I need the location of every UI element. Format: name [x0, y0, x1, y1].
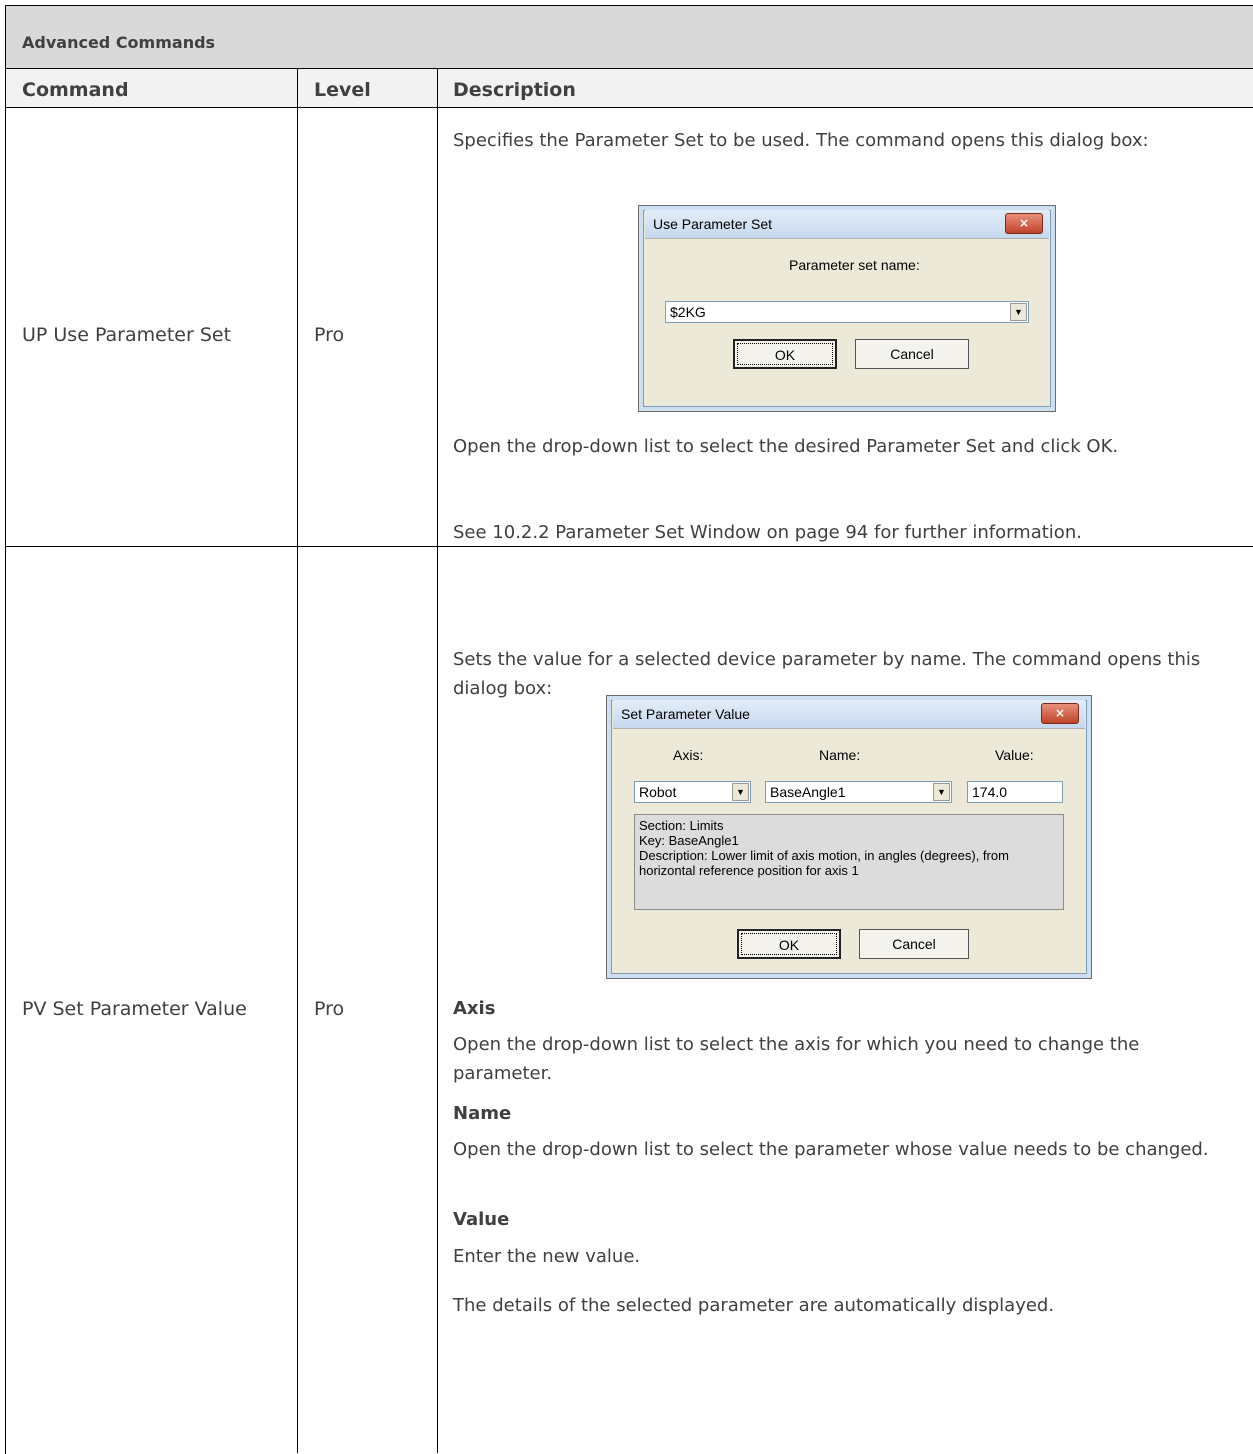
close-icon[interactable]: ×	[1041, 703, 1079, 724]
param-set-name-label: Parameter set name:	[789, 257, 920, 273]
parameter-details: Section: Limits Key: BaseAngle1 Descript…	[634, 814, 1064, 910]
row1-after: Open the drop-down list to select the de…	[453, 436, 1119, 457]
dialog-titlebar: Set Parameter Value ×	[613, 700, 1085, 728]
detail-description: Description: Lower limit of axis motion,…	[639, 848, 1009, 878]
row1-see: See 10.2.2 Parameter Set Window on page …	[453, 522, 1082, 543]
row1-command: UP Use Parameter Set	[22, 324, 232, 346]
cancel-button[interactable]: Cancel	[859, 929, 969, 959]
row2-command: PV Set Parameter Value	[22, 998, 247, 1020]
value-input[interactable]: 174.0	[967, 781, 1063, 803]
axis-heading: Axis	[453, 998, 496, 1019]
value-heading: Value	[453, 1209, 510, 1230]
row1-intro: Specifies the Parameter Set to be used. …	[453, 130, 1149, 151]
use-parameter-set-dialog: Use Parameter Set × Parameter set name: …	[638, 205, 1056, 412]
dialog-body: Parameter set name: $2KG ▼ OK Cancel	[645, 238, 1049, 405]
cancel-button[interactable]: Cancel	[855, 339, 969, 369]
dialog-body: Axis: Name: Value: Robot ▼ BaseAngle1 ▼ …	[613, 728, 1085, 972]
row2-closing: The details of the selected parameter ar…	[453, 1295, 1055, 1316]
column-divider	[297, 68, 298, 1453]
detail-key: Key: BaseAngle1	[639, 833, 739, 848]
dialog-titlebar: Use Parameter Set ×	[645, 210, 1049, 238]
divider	[5, 107, 1253, 108]
name-label: Name:	[819, 747, 861, 763]
detail-section: Section: Limits	[639, 818, 724, 833]
ok-button[interactable]: OK	[733, 339, 837, 369]
row1-level: Pro	[314, 324, 345, 346]
name-value: BaseAngle1	[770, 784, 846, 800]
dialog-title: Set Parameter Value	[621, 706, 750, 722]
table-title: Advanced Commands	[22, 33, 216, 52]
set-parameter-value-dialog: Set Parameter Value × Axis: Name: Value:…	[606, 695, 1092, 979]
header-description: Description	[453, 79, 576, 101]
value-label: Value:	[995, 747, 1034, 763]
row2-level: Pro	[314, 998, 345, 1020]
name-select[interactable]: BaseAngle1 ▼	[765, 781, 952, 803]
chevron-down-icon[interactable]: ▼	[1010, 303, 1027, 321]
name-text: Open the drop-down list to select the pa…	[453, 1139, 1209, 1160]
header-command: Command	[22, 79, 129, 101]
param-set-select[interactable]: $2KG ▼	[665, 301, 1029, 323]
axis-text: Open the drop-down list to select the ax…	[453, 1034, 1140, 1084]
name-heading: Name	[453, 1103, 512, 1124]
axis-value: Robot	[639, 784, 677, 800]
axis-select[interactable]: Robot ▼	[634, 781, 751, 803]
column-divider	[437, 68, 438, 1453]
header-row	[6, 69, 1253, 107]
divider	[5, 546, 1253, 547]
dialog-title: Use Parameter Set	[653, 216, 773, 232]
ok-button[interactable]: OK	[737, 929, 841, 959]
param-set-value: $2KG	[670, 304, 706, 320]
header-level: Level	[314, 79, 371, 101]
chevron-down-icon[interactable]: ▼	[933, 783, 950, 801]
close-icon[interactable]: ×	[1005, 213, 1043, 234]
chevron-down-icon[interactable]: ▼	[732, 783, 749, 801]
value-text: Enter the new value.	[453, 1246, 641, 1267]
axis-label: Axis:	[673, 747, 704, 763]
